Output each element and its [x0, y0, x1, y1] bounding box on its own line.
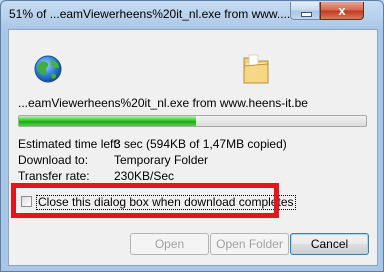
progress-fill [19, 116, 196, 126]
open-folder-button[interactable]: Open Folder [210, 233, 289, 255]
minimize-icon [301, 12, 312, 17]
window-title: 51% of ...eamViewerheens%20it_nl.exe fro… [9, 7, 291, 21]
download-to-value: Temporary Folder [114, 153, 209, 167]
download-progress-bar [18, 115, 367, 127]
cancel-button[interactable]: Cancel [290, 233, 369, 255]
highlight-box [11, 183, 279, 218]
time-left-value: 3 sec (594KB of 1,47MB copied) [114, 137, 287, 151]
transfer-rate-label: Transfer rate: [18, 169, 90, 183]
title-bar[interactable]: 51% of ...eamViewerheens%20it_nl.exe fro… [1, 1, 383, 29]
download-to-label: Download to: [18, 153, 89, 167]
download-filename: ...eamViewerheens%20it_nl.exe from www.h… [18, 96, 308, 110]
folder-icon [243, 54, 269, 84]
dialog-body: ...eamViewerheens%20it_nl.exe from www.h… [8, 29, 378, 266]
time-left-label: Estimated time left: [18, 137, 121, 151]
transfer-rate-value: 230KB/Sec [114, 169, 175, 183]
download-dialog-window: 51% of ...eamViewerheens%20it_nl.exe fro… [0, 0, 384, 272]
minimize-button[interactable] [290, 2, 320, 20]
globe-icon [34, 55, 62, 83]
close-button[interactable]: x [320, 2, 364, 20]
open-button[interactable]: Open [130, 233, 209, 255]
